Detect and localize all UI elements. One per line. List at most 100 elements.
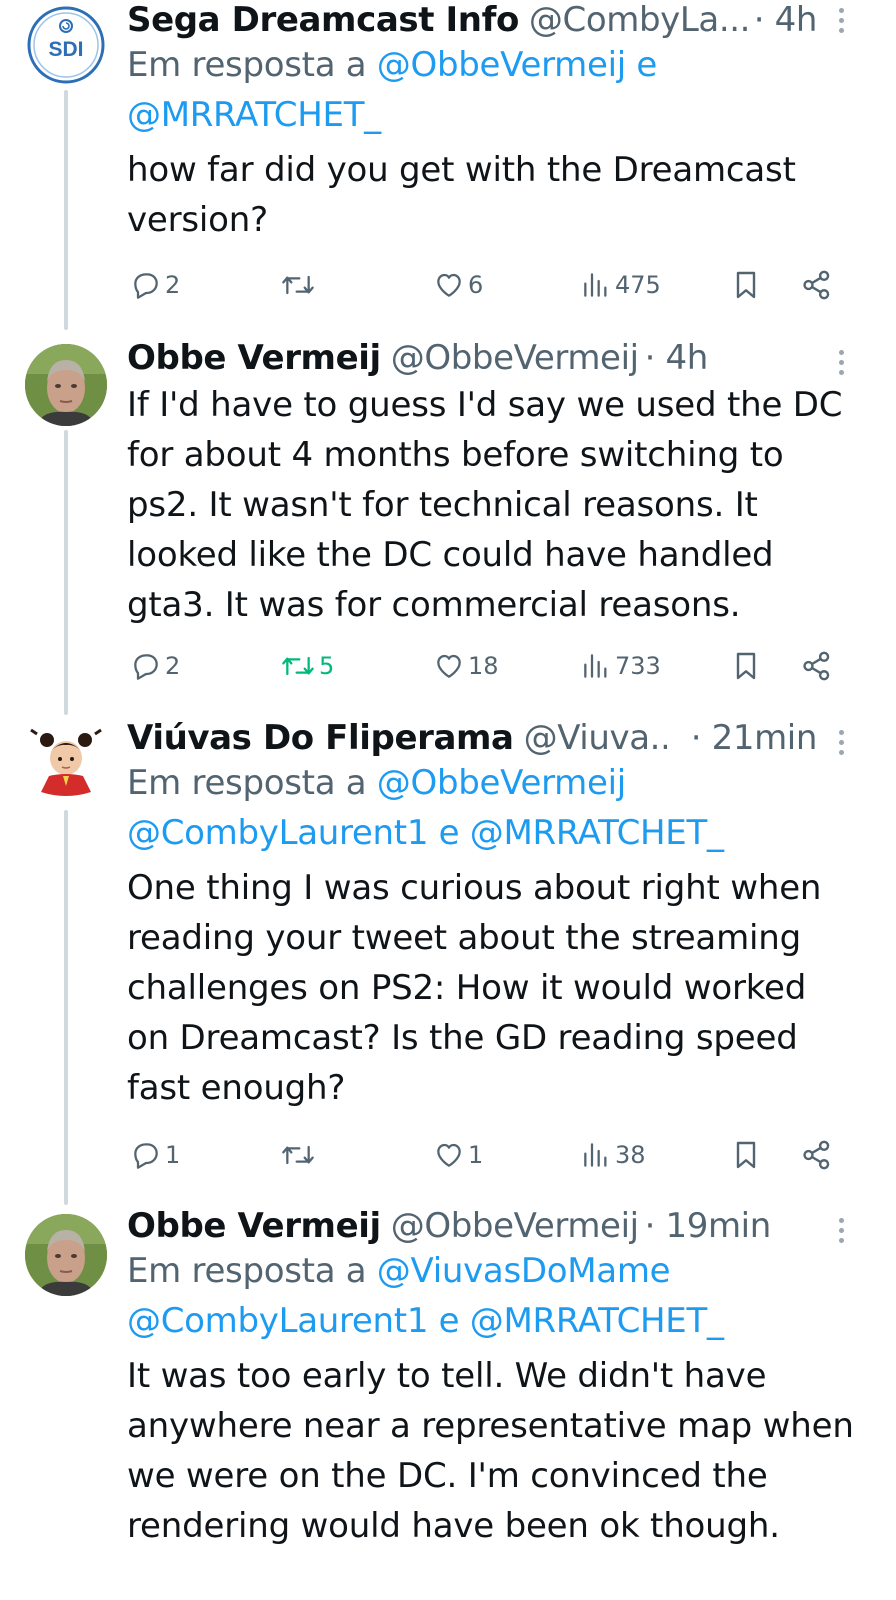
- more-options-icon[interactable]: [836, 350, 846, 375]
- author-name[interactable]: Sega Dreamcast Info: [127, 0, 519, 40]
- reply-prefix: Em resposta a: [127, 45, 377, 85]
- retweet-button[interactable]: 5: [280, 646, 334, 686]
- heart-icon: [437, 273, 461, 297]
- bookmark-icon: [736, 1141, 756, 1169]
- share-button[interactable]: [800, 1135, 834, 1175]
- bookmark-button[interactable]: [730, 265, 762, 305]
- views-button[interactable]: 38: [580, 1135, 646, 1175]
- author-handle[interactable]: @CombyLa...: [529, 0, 748, 40]
- author-handle[interactable]: @ObbeVermeij: [391, 338, 639, 378]
- sdi-logo-icon: SDI: [27, 6, 105, 84]
- reply-count: 2: [165, 271, 181, 299]
- profile-photo-icon: [25, 1214, 107, 1296]
- retweet-icon: [282, 1145, 314, 1165]
- more-options-icon[interactable]: [836, 1218, 846, 1243]
- like-button[interactable]: 1: [433, 1135, 483, 1175]
- reply-context: Em resposta a @ObbeVermeij e @MRRATCHET_: [127, 40, 856, 140]
- tweet-text: If I'd have to guess I'd say we used the…: [127, 385, 843, 625]
- tweet-text: how far did you get with the Dreamcast v…: [127, 150, 796, 240]
- heart-icon: [437, 1143, 461, 1167]
- mention-link[interactable]: @ViuvasDoMame: [377, 1251, 671, 1291]
- views-button[interactable]: 733: [580, 646, 661, 686]
- tweet-header: Viúvas Do Fliperama @Viuva... · 21min: [127, 718, 817, 758]
- retweet-icon: [282, 275, 314, 295]
- mention-link[interactable]: @CombyLaurent1: [127, 813, 428, 853]
- tweet-time[interactable]: · 19min: [645, 1206, 772, 1246]
- mention-link[interactable]: @MRRATCHET_: [127, 95, 381, 135]
- tweet-header: Obbe Vermeij @ObbeVermeij · 4h: [127, 338, 856, 378]
- avatar[interactable]: [25, 344, 107, 426]
- reply-separator: e: [625, 45, 658, 85]
- retweet-button[interactable]: [280, 1135, 319, 1175]
- more-options-icon[interactable]: [836, 8, 846, 33]
- author-name[interactable]: Obbe Vermeij: [127, 338, 381, 378]
- reply-prefix: Em resposta a: [127, 1251, 377, 1291]
- tweet-header: Sega Dreamcast Info @CombyLa... · 4h: [127, 0, 817, 40]
- views-icon: [584, 654, 607, 678]
- tweet-actions: 2 5 18 733: [130, 646, 846, 686]
- tweet[interactable]: Obbe Vermeij @ObbeVermeij · 4h If I'd ha…: [0, 330, 896, 700]
- profile-photo-icon: [25, 344, 107, 426]
- tweet[interactable]: Viúvas Do Fliperama @Viuva... · 21min Em…: [0, 712, 896, 1192]
- view-count: 38: [615, 1141, 646, 1169]
- bookmark-button[interactable]: [730, 1135, 762, 1175]
- like-button[interactable]: 18: [433, 646, 499, 686]
- reply-button[interactable]: 2: [130, 646, 180, 686]
- more-options-icon[interactable]: [836, 730, 846, 755]
- avatar[interactable]: [25, 720, 107, 802]
- reply-context: Em resposta a @ViuvasDoMame @CombyLauren…: [127, 1246, 856, 1346]
- retweet-button[interactable]: [280, 265, 319, 305]
- author-handle[interactable]: @ObbeVermeij: [391, 1206, 639, 1246]
- author-handle[interactable]: @Viuva...: [524, 718, 667, 758]
- tweet[interactable]: Obbe Vermeij @ObbeVermeij · 19min Em res…: [0, 1200, 896, 1600]
- bookmark-button[interactable]: [730, 646, 762, 686]
- share-icon: [803, 1140, 830, 1170]
- mention-link[interactable]: @ObbeVermeij: [377, 763, 626, 803]
- tweet-time[interactable]: · 4h: [754, 0, 818, 40]
- like-button[interactable]: 6: [433, 265, 483, 305]
- chun-li-avatar-icon: [30, 728, 102, 796]
- retweet-icon: [282, 656, 314, 676]
- reply-button[interactable]: 2: [130, 265, 180, 305]
- share-icon: [803, 270, 830, 300]
- heart-icon: [437, 654, 461, 678]
- reply-icon: [134, 1143, 158, 1169]
- share-button[interactable]: [800, 265, 834, 305]
- tweet-text: One thing I was curious about right when…: [127, 868, 822, 1108]
- reply-icon: [134, 654, 158, 680]
- views-button[interactable]: 475: [580, 265, 661, 305]
- retweet-count: 5: [319, 652, 335, 680]
- mention-link[interactable]: @MRRATCHET_: [470, 813, 724, 853]
- tweet-actions: 1 1 38: [130, 1135, 846, 1175]
- reply-separator: e: [428, 813, 470, 853]
- tweet-time[interactable]: · 4h: [645, 338, 709, 378]
- mention-link[interactable]: @MRRATCHET_: [470, 1301, 724, 1341]
- tweet-time[interactable]: · 21min: [691, 718, 818, 758]
- reply-button[interactable]: 1: [130, 1135, 180, 1175]
- reply-separator: e: [428, 1301, 470, 1341]
- author-name[interactable]: Obbe Vermeij: [127, 1206, 381, 1246]
- share-button[interactable]: [800, 646, 834, 686]
- views-icon: [584, 1143, 607, 1167]
- tweet-actions: 2 6 475: [130, 265, 846, 305]
- tweet[interactable]: SDI Sega Dreamcast Info @CombyLa... · 4h…: [0, 0, 896, 320]
- mention-link[interactable]: @CombyLaurent1: [127, 1301, 428, 1341]
- mention-link[interactable]: @ObbeVermeij: [377, 45, 626, 85]
- avatar[interactable]: [25, 1214, 107, 1296]
- bookmark-icon: [736, 652, 756, 680]
- like-count: 6: [468, 271, 484, 299]
- like-count: 1: [468, 1141, 484, 1169]
- tweet-text: It was too early to tell. We didn't have…: [127, 1356, 854, 1546]
- tweet-thread: SDI Sega Dreamcast Info @CombyLa... · 4h…: [0, 0, 896, 1600]
- reply-context: Em resposta a @ObbeVermeij @CombyLaurent…: [127, 758, 856, 858]
- reply-count: 2: [165, 652, 181, 680]
- view-count: 733: [615, 652, 661, 680]
- sdi-logo-text: SDI: [48, 38, 83, 61]
- reply-prefix: Em resposta a: [127, 763, 377, 803]
- bookmark-icon: [736, 271, 756, 299]
- reply-icon: [134, 273, 158, 299]
- tweet-header: Obbe Vermeij @ObbeVermeij · 19min: [127, 1206, 856, 1246]
- avatar[interactable]: SDI: [25, 4, 107, 86]
- author-name[interactable]: Viúvas Do Fliperama: [127, 718, 514, 758]
- views-icon: [584, 273, 607, 297]
